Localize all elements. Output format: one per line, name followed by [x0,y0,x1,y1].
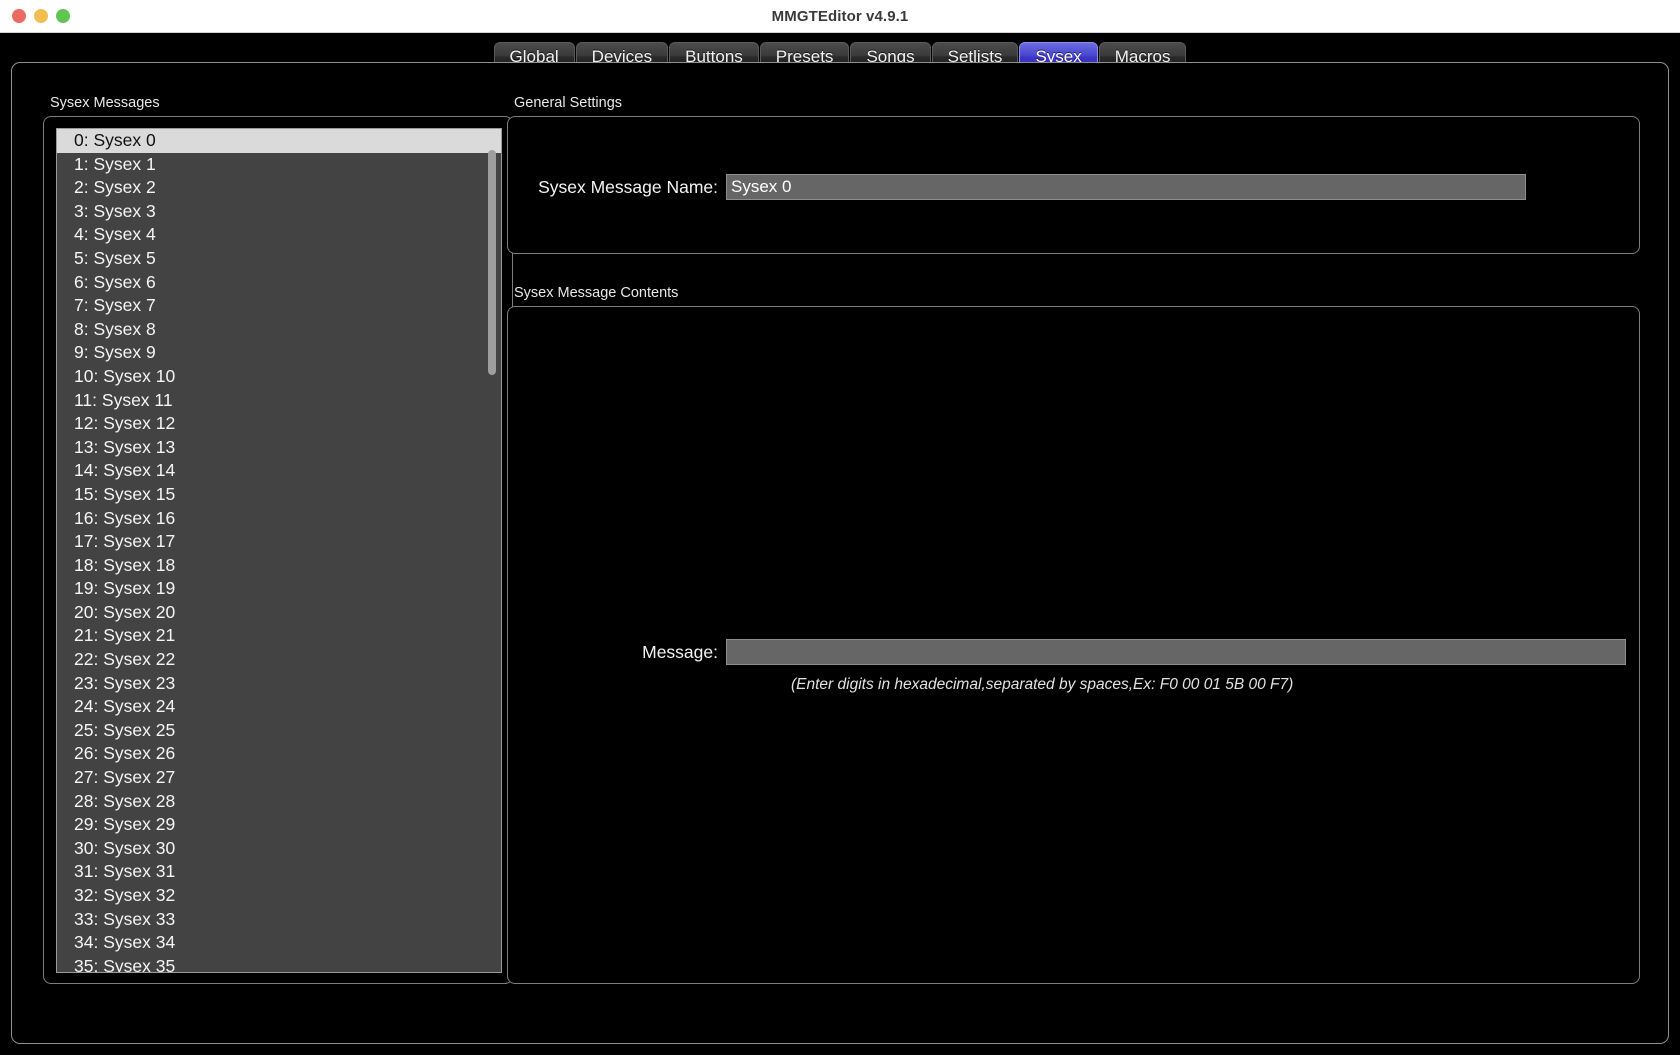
sysex-message-contents-group: Message: (Enter digits in hexadecimal,se… [507,306,1640,984]
sysex-message-name-label: Sysex Message Name: [538,176,718,197]
list-item[interactable]: 10: Sysex 10 [57,365,501,389]
list-item[interactable]: 8: Sysex 8 [57,318,501,342]
list-item[interactable]: 11: Sysex 11 [57,389,501,413]
window-titlebar: MMGTEditor v4.9.1 [0,0,1680,33]
list-item[interactable]: 6: Sysex 6 [57,271,501,295]
sysex-list-scrollbar-thumb[interactable] [488,150,496,375]
list-item[interactable]: 29: Sysex 29 [57,813,501,837]
list-item[interactable]: 24: Sysex 24 [57,695,501,719]
list-item[interactable]: 14: Sysex 14 [57,459,501,483]
list-item[interactable]: 3: Sysex 3 [57,200,501,224]
sysex-message-row: Message: [533,639,1626,665]
sysex-messages-list[interactable]: 0: Sysex 0 1: Sysex 1 2: Sysex 2 3: Sysex 3… [56,128,502,973]
list-item[interactable]: 34: Sysex 34 [57,931,501,955]
sysex-message-name-input[interactable] [726,174,1526,200]
sysex-list-scrollbar[interactable] [488,130,499,972]
general-settings-group: Sysex Message Name: [507,116,1640,254]
general-settings-group-label: General Settings [514,95,623,111]
list-item[interactable]: 28: Sysex 28 [57,790,501,814]
sysex-message-contents-group-label: Sysex Message Contents [514,285,679,301]
main-content-frame: Sysex Messages 0: Sysex 0 1: Sysex 1 2: Sy… [11,62,1669,1044]
list-item[interactable]: 12: Sysex 12 [57,412,501,436]
list-item[interactable]: 21: Sysex 21 [57,624,501,648]
list-item[interactable]: 17: Sysex 17 [57,530,501,554]
list-item[interactable]: 33: Sysex 33 [57,908,501,932]
list-item[interactable]: 18: Sysex 18 [57,554,501,578]
list-item[interactable]: 27: Sysex 27 [57,766,501,790]
list-item[interactable]: 22: Sysex 22 [57,648,501,672]
window-title: MMGTEditor v4.9.1 [771,7,909,25]
list-item[interactable]: 4: Sysex 4 [57,223,501,247]
list-item[interactable]: 1: Sysex 1 [57,153,501,177]
list-item[interactable]: 5: Sysex 5 [57,247,501,271]
traffic-light-group [12,0,70,32]
sysex-messages-group-label: Sysex Messages [50,95,160,111]
list-item[interactable]: 31: Sysex 31 [57,860,501,884]
sysex-message-hint: (Enter digits in hexadecimal,separated b… [791,676,1294,693]
list-item[interactable]: 7: Sysex 7 [57,294,501,318]
list-item[interactable]: 35: Sysex 35 [57,955,501,972]
list-item[interactable]: 0: Sysex 0 [57,129,501,153]
list-item[interactable]: 23: Sysex 23 [57,672,501,696]
list-item[interactable]: 2: Sysex 2 [57,176,501,200]
list-item[interactable]: 25: Sysex 25 [57,719,501,743]
list-item[interactable]: 20: Sysex 20 [57,601,501,625]
list-item[interactable]: 13: Sysex 13 [57,436,501,460]
close-window-icon[interactable] [12,9,26,23]
list-item[interactable]: 9: Sysex 9 [57,341,501,365]
list-item[interactable]: 30: Sysex 30 [57,837,501,861]
list-item[interactable]: 19: Sysex 19 [57,577,501,601]
list-item[interactable]: 26: Sysex 26 [57,742,501,766]
sysex-message-label: Message: [642,641,718,662]
maximize-window-icon[interactable] [56,9,70,23]
sysex-message-input[interactable] [726,639,1626,665]
list-item[interactable]: 32: Sysex 32 [57,884,501,908]
list-item[interactable]: 16: Sysex 16 [57,507,501,531]
minimize-window-icon[interactable] [34,9,48,23]
sysex-messages-group: 0: Sysex 0 1: Sysex 1 2: Sysex 2 3: Sysex 3… [43,116,513,984]
sysex-message-name-row: Sysex Message Name: [533,174,1526,200]
list-item[interactable]: 15: Sysex 15 [57,483,501,507]
